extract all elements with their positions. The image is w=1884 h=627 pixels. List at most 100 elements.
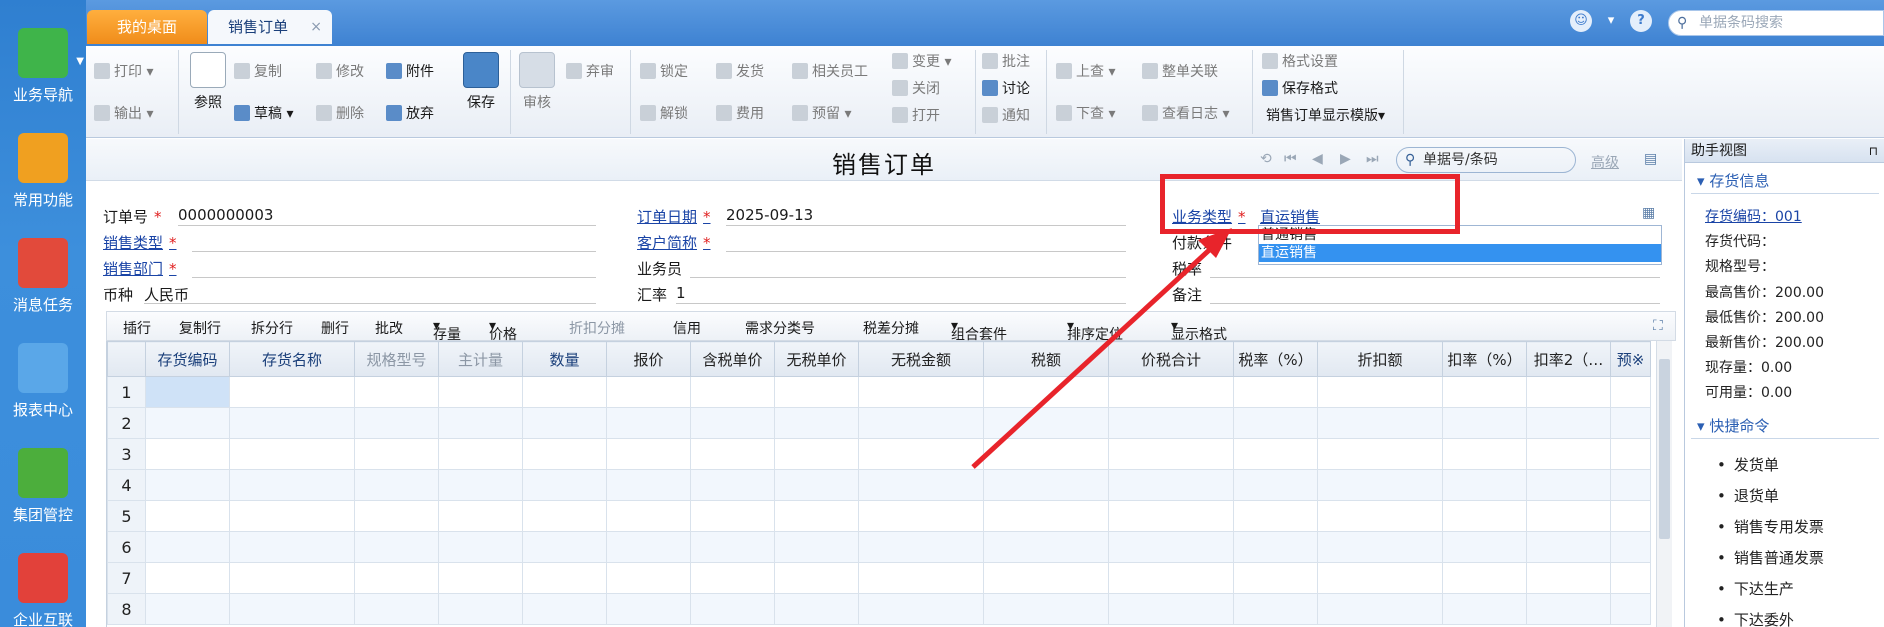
- nav-item-interconnect[interactable]: 企业互联: [0, 553, 86, 627]
- grid-cell[interactable]: [1233, 593, 1318, 625]
- grid-cell[interactable]: [145, 407, 230, 439]
- grid-cell[interactable]: [606, 376, 691, 408]
- user-icon[interactable]: ☺: [1570, 10, 1592, 32]
- template-select[interactable]: 销售订单显示模版▾: [1266, 106, 1385, 126]
- table-row[interactable]: 2: [107, 407, 1651, 439]
- grid-cell[interactable]: [1317, 376, 1443, 408]
- grid-cell[interactable]: [983, 376, 1109, 408]
- split-row-button[interactable]: 拆分行: [251, 318, 293, 338]
- grid-cell[interactable]: [145, 531, 230, 563]
- next-record-icon[interactable]: ▶: [1340, 151, 1351, 167]
- col-notax-amount[interactable]: 无税金额: [858, 341, 984, 377]
- giveup-button[interactable]: 放弃: [386, 104, 434, 124]
- grid-cell[interactable]: [1526, 376, 1611, 408]
- col-discount-rate2[interactable]: 扣率2（…: [1526, 341, 1611, 377]
- grid-cell[interactable]: [438, 593, 523, 625]
- grid-cell[interactable]: [354, 562, 439, 594]
- grid-cell[interactable]: [774, 376, 859, 408]
- col-tax[interactable]: 税额: [983, 341, 1109, 377]
- grid-cell[interactable]: [1610, 469, 1651, 501]
- col-tax-rate[interactable]: 税率（%）: [1233, 341, 1318, 377]
- grid-cell[interactable]: [690, 376, 775, 408]
- grid-cell[interactable]: [858, 531, 984, 563]
- note-field[interactable]: [1210, 284, 1660, 304]
- grid-cell[interactable]: [1317, 500, 1443, 532]
- grid-cell[interactable]: [774, 438, 859, 470]
- grid-cell[interactable]: [983, 469, 1109, 501]
- table-row[interactable]: 3: [107, 438, 1651, 470]
- tab-sales-order[interactable]: 销售订单 ×: [208, 10, 332, 44]
- insert-row-button[interactable]: 插行: [123, 318, 151, 338]
- grid-cell[interactable]: [690, 469, 775, 501]
- col-discount[interactable]: 折扣额: [1317, 341, 1443, 377]
- nav-item-common[interactable]: 常用功能: [0, 133, 86, 210]
- cmd-special-invoice[interactable]: 销售专用发票: [1717, 516, 1824, 537]
- related-staff-button[interactable]: 相关员工: [792, 62, 868, 82]
- grid-cell[interactable]: [1526, 500, 1611, 532]
- grid-cell[interactable]: [1108, 407, 1234, 439]
- grid-cell[interactable]: [606, 438, 691, 470]
- discuss-button[interactable]: 讨论: [982, 79, 1030, 99]
- col-spec[interactable]: 规格型号: [354, 341, 439, 377]
- currency-field[interactable]: 人民币: [144, 284, 596, 304]
- grid-cell[interactable]: [983, 531, 1109, 563]
- calendar-icon[interactable]: ▦: [1642, 205, 1655, 221]
- grid-cell[interactable]: [1610, 531, 1651, 563]
- grid-cell[interactable]: [983, 562, 1109, 594]
- order-no-field[interactable]: 0000000003: [178, 206, 596, 226]
- option-direct-sale[interactable]: 直运销售: [1259, 244, 1661, 262]
- grid-cell[interactable]: [1442, 469, 1527, 501]
- cmd-return[interactable]: 退货单: [1717, 485, 1779, 506]
- grid-cell[interactable]: [1233, 562, 1318, 594]
- grid-cell[interactable]: [1526, 469, 1611, 501]
- pin-icon[interactable]: ⊓: [1869, 139, 1878, 163]
- query-down-button[interactable]: 下查 ▾: [1056, 104, 1115, 124]
- nav-item-messages[interactable]: 消息任务: [0, 238, 86, 315]
- grid-cell[interactable]: [438, 469, 523, 501]
- grid-cell[interactable]: [1233, 376, 1318, 408]
- table-row[interactable]: 6: [107, 531, 1651, 563]
- grid-cell[interactable]: [983, 407, 1109, 439]
- grid-cell[interactable]: [1233, 438, 1318, 470]
- close-icon[interactable]: ×: [310, 10, 322, 44]
- grid-cell[interactable]: [438, 562, 523, 594]
- grid-cell[interactable]: [354, 500, 439, 532]
- grid-cell[interactable]: [690, 407, 775, 439]
- grid-cell[interactable]: [1233, 531, 1318, 563]
- grid-cell[interactable]: [354, 407, 439, 439]
- grid-cell[interactable]: [606, 407, 691, 439]
- format-settings-button[interactable]: 格式设置: [1262, 52, 1338, 72]
- grid-cell[interactable]: [774, 593, 859, 625]
- grid-cell[interactable]: [1317, 407, 1443, 439]
- grid-cell[interactable]: [522, 531, 607, 563]
- grid-cell[interactable]: [858, 562, 984, 594]
- notify-button[interactable]: 通知: [982, 106, 1030, 126]
- table-row[interactable]: 5: [107, 500, 1651, 532]
- grid-cell[interactable]: [354, 438, 439, 470]
- grid-cell[interactable]: [522, 407, 607, 439]
- query-up-button[interactable]: 上查 ▾: [1056, 62, 1115, 82]
- last-record-icon[interactable]: ⏭: [1366, 151, 1379, 167]
- col-main-unit[interactable]: 主计量: [438, 341, 523, 377]
- grid-cell[interactable]: [145, 438, 230, 470]
- save-format-button[interactable]: 保存格式: [1262, 79, 1338, 99]
- grid-cell[interactable]: [690, 500, 775, 532]
- grid-cell[interactable]: [1108, 562, 1234, 594]
- refresh-icon[interactable]: ⟲: [1260, 151, 1272, 167]
- grid-cell[interactable]: [522, 376, 607, 408]
- grid-cell[interactable]: [1317, 593, 1443, 625]
- grid-cell[interactable]: [1317, 469, 1443, 501]
- cmd-outsource[interactable]: 下达委外: [1717, 609, 1794, 627]
- export-button[interactable]: 输出 ▾: [94, 104, 153, 124]
- shortcut-section[interactable]: ▾ 快捷命令: [1697, 415, 1769, 436]
- display-format-button[interactable]: 显示格式 ▾: [1171, 318, 1227, 343]
- grid-cell[interactable]: [858, 407, 984, 439]
- grid-cell[interactable]: [690, 562, 775, 594]
- table-row[interactable]: 8: [107, 593, 1651, 625]
- stock-info-section[interactable]: ▾ 存货信息: [1697, 170, 1769, 191]
- grid-cell[interactable]: [229, 593, 355, 625]
- col-total[interactable]: 价税合计: [1108, 341, 1234, 377]
- grid-cell[interactable]: [606, 469, 691, 501]
- grid-cell[interactable]: [606, 593, 691, 625]
- change-button[interactable]: 变更 ▾: [892, 52, 951, 72]
